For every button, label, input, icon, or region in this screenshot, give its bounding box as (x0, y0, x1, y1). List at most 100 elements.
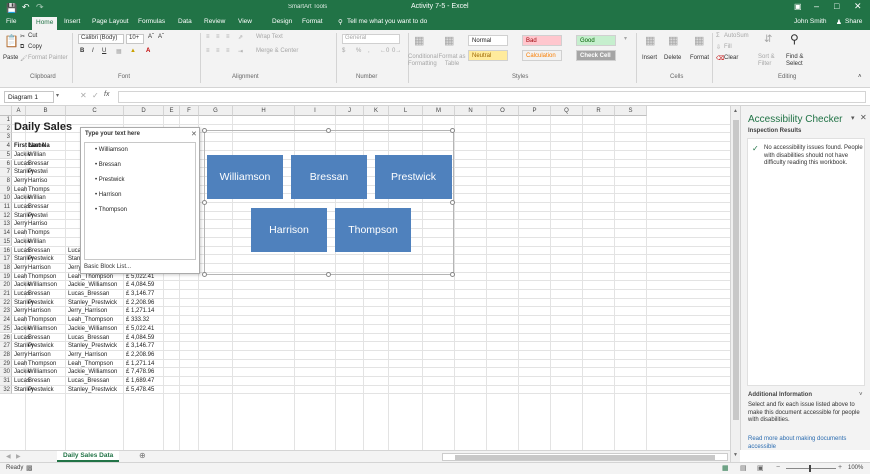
row-header[interactable]: 24 (0, 316, 12, 325)
tell-me-box[interactable]: Tell me what you want to do (347, 18, 427, 25)
merge-center-button[interactable]: Merge & Center (256, 48, 298, 54)
row-header[interactable]: 23 (0, 307, 12, 317)
text-pane-item[interactable]: • Bressan (95, 162, 121, 168)
style-check-cell[interactable]: Check Cell (576, 50, 616, 61)
row-header[interactable]: 28 (0, 350, 12, 360)
column-header[interactable]: S (615, 106, 647, 116)
share-icon[interactable]: ♟ (836, 18, 842, 26)
cell[interactable]: Jackie_Williamson (66, 325, 117, 334)
text-pane-item[interactable]: • Thompson (95, 207, 127, 213)
column-header[interactable]: L (389, 106, 423, 116)
column-header[interactable]: G (199, 106, 233, 116)
text-pane-item[interactable]: • Prestwick (95, 177, 124, 183)
cell[interactable]: Prestwi (26, 212, 48, 221)
cell[interactable]: Prestwick (26, 299, 54, 308)
text-pane-item-label[interactable]: Thompson (99, 207, 127, 213)
font-name-select[interactable]: Calibri (Body) (78, 34, 124, 44)
cell[interactable]: £ 333.32 (124, 316, 149, 325)
row-header[interactable]: 7 (0, 168, 12, 177)
sheet-title[interactable]: Daily Sales (12, 121, 72, 133)
clear-button[interactable]: Clear (724, 55, 738, 61)
enter-icon[interactable]: ✓ (92, 91, 99, 100)
cell[interactable]: Lucas_Bressan (66, 377, 109, 386)
zoom-slider[interactable] (786, 468, 836, 469)
text-pane-item-label[interactable]: Prestwick (99, 177, 125, 183)
tell-me-icon[interactable]: ⚲ (338, 18, 343, 26)
cell[interactable]: £ 2,208.96 (124, 351, 154, 360)
cell[interactable]: Bressan (26, 334, 50, 343)
cancel-icon[interactable]: ✕ (80, 91, 87, 100)
style-normal[interactable]: Normal (468, 35, 508, 46)
cell[interactable]: Williamson (26, 368, 57, 377)
page-break-view-icon[interactable]: ▣ (757, 464, 764, 472)
cell[interactable]: Prestwick (26, 342, 54, 351)
cell[interactable]: Thompson (26, 316, 56, 325)
cell[interactable]: Prestwick (26, 386, 54, 395)
row-header[interactable]: 30 (0, 368, 12, 377)
delete-cells-icon[interactable]: ▦ (668, 34, 678, 47)
text-pane-close-icon[interactable]: ✕ (191, 130, 197, 138)
text-pane-list[interactable]: • Williamson • Bressan • Prestwick • Harris… (84, 142, 196, 260)
insert-cells-icon[interactable]: ▦ (645, 34, 655, 47)
text-pane-item[interactable]: • Williamson (95, 147, 128, 153)
align-top-icon[interactable]: ≡ (206, 34, 210, 40)
autosum-button[interactable]: AutoSum (724, 33, 749, 39)
cell[interactable]: Prestwick (26, 255, 54, 264)
cell[interactable]: Thomps (26, 229, 50, 238)
row-header[interactable]: 3 (0, 133, 12, 143)
cell[interactable]: Harrison (26, 264, 51, 273)
text-pane-footer[interactable]: Basic Block List... (84, 264, 131, 270)
cell[interactable]: £ 1,271.14 (124, 360, 154, 369)
cell[interactable]: Jerry_Harrison (66, 307, 107, 316)
row-header[interactable]: 4 (0, 142, 12, 151)
cell[interactable]: Leah_Thompson (66, 316, 113, 325)
cell[interactable]: Thompson (26, 360, 56, 369)
name-box[interactable]: Diagram 1 (4, 91, 54, 103)
column-header[interactable]: B (26, 106, 66, 116)
zoom-level[interactable]: 100% (848, 465, 863, 471)
macro-record-icon[interactable]: ▩ (26, 464, 33, 472)
format-as-table-button[interactable]: Format as Table (438, 54, 466, 68)
cell[interactable]: Willian (26, 194, 46, 203)
find-icon[interactable]: ⚲ (790, 32, 799, 46)
paste-button[interactable]: Paste (3, 55, 18, 61)
row-header[interactable]: 31 (0, 377, 12, 386)
tab-review[interactable]: Review (204, 18, 225, 25)
row-header[interactable]: 12 (0, 211, 12, 221)
fx-icon[interactable]: fx (104, 91, 109, 98)
row-header[interactable]: 25 (0, 324, 12, 334)
text-pane-item-label[interactable]: Bressan (99, 162, 121, 168)
style-good[interactable]: Good (576, 35, 616, 46)
cell[interactable]: £ 1,689.47 (124, 377, 154, 386)
style-neutral[interactable]: Neutral (468, 50, 508, 61)
smartart-text-pane[interactable]: Type your text here ✕ • Williamson • Bres… (80, 127, 200, 274)
row-header[interactable]: 5 (0, 150, 12, 160)
decrease-decimal-icon[interactable]: 0→ (392, 48, 401, 54)
align-middle-icon[interactable]: ≡ (216, 34, 220, 40)
select-all-corner[interactable] (0, 106, 12, 116)
cell[interactable]: £ 5,478.45 (124, 386, 154, 395)
column-header[interactable]: I (295, 106, 336, 116)
cell[interactable]: Prestwi (26, 168, 48, 177)
row-header[interactable]: 11 (0, 203, 12, 212)
cell[interactable]: £ 3,146.77 (124, 342, 154, 351)
read-more-link[interactable]: Read more about making documents accessi… (748, 436, 866, 451)
cell[interactable]: £ 5,022.41 (124, 325, 154, 334)
format-cells-icon[interactable]: ▦ (694, 34, 704, 47)
scroll-down-icon[interactable]: ▼ (733, 452, 738, 458)
cell[interactable]: Willian (26, 238, 46, 247)
cell[interactable]: Bressar (26, 160, 49, 169)
row-header[interactable]: 2 (0, 124, 12, 134)
tab-file[interactable]: File (6, 18, 16, 25)
row-header[interactable]: 27 (0, 342, 12, 351)
row-header[interactable]: 1 (0, 116, 12, 125)
format-button[interactable]: Format (690, 55, 709, 61)
smartart-diagram[interactable]: Williamson Bressan Prestwick Harrison Th… (202, 128, 455, 277)
cell[interactable]: Leah_Thompson (66, 360, 113, 369)
borders-icon[interactable]: ▦ (116, 48, 122, 55)
cell[interactable]: Lucas_Bressan (66, 334, 109, 343)
resize-handle[interactable] (202, 272, 207, 277)
style-calculation[interactable]: Calculation (522, 50, 562, 61)
cell[interactable]: Jackie_Williamson (66, 281, 117, 290)
cell[interactable]: Bressan (26, 247, 50, 256)
